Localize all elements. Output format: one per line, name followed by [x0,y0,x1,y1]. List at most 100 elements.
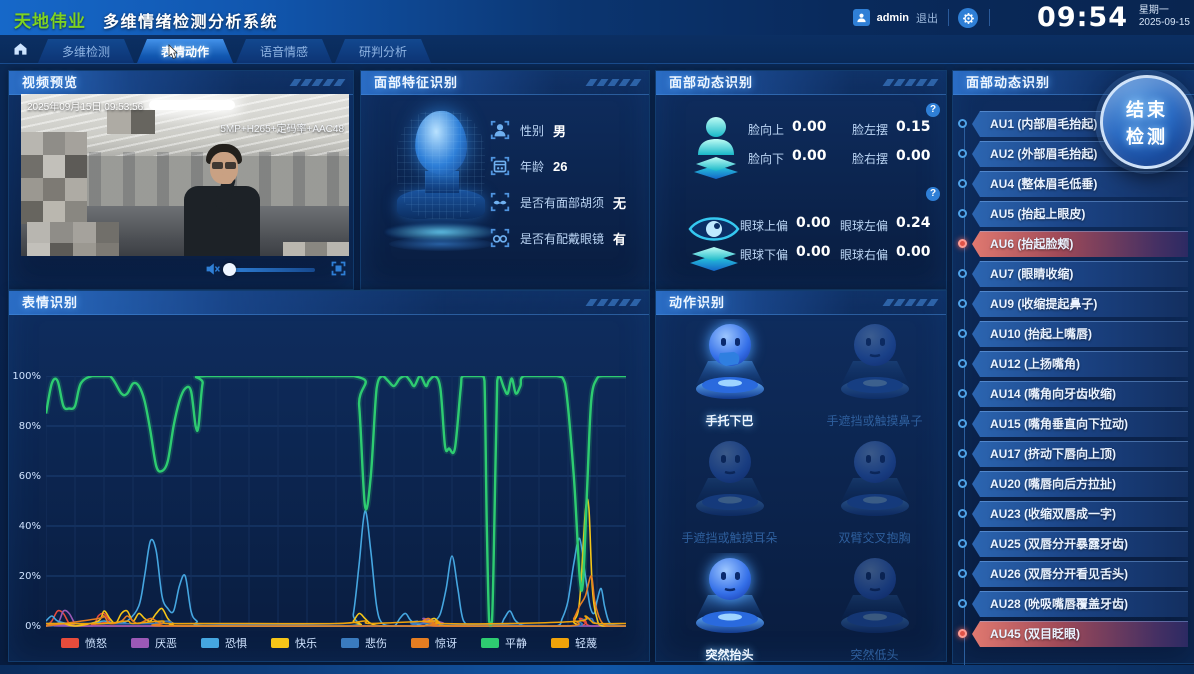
tab-1[interactable]: 多维检测 [38,39,134,63]
action-label: 手遮挡或触摸鼻子 [807,412,942,429]
header-chevrons-decoration [885,79,936,86]
au-label: AU23 (收缩双唇成一字) [972,507,1116,521]
legend-item[interactable]: 愤怒 [61,635,107,651]
app-root: 天地伟业 多维情绪检测分析系统 admin 退出 09:54 星期一 2025-… [0,0,1194,674]
person-hand [221,174,233,184]
feature-row: 是否有面部胡须 无 [489,191,641,213]
user-box: admin 退出 [853,0,938,35]
legend-swatch [201,638,219,648]
tab-2[interactable]: 表情动作 [137,39,233,63]
legend-item[interactable]: 惊讶 [411,635,457,651]
video-player[interactable]: 2025年09月15日 09:53:56 5MP+H265+定码率+AAC48 [21,94,349,256]
tab-4[interactable]: 研判分析 [335,39,431,63]
au-item[interactable]: AU7 (眼睛收缩) [972,261,1188,287]
metric-value: 0.00 [792,148,827,164]
action-item[interactable]: 双臂交叉抱胸 [807,436,942,552]
video-light-fixture [149,100,235,110]
feature-rows: 性别 男 年龄 26 是否有面部胡须 无 是否有配戴眼镜 有 [489,119,641,263]
au-item[interactable]: AU26 (双唇分开看见舌头) [972,561,1188,587]
au-item[interactable]: AU20 (嘴唇向后方拉扯) [972,471,1188,497]
au-item[interactable]: AU25 (双唇分开暴露牙齿) [972,531,1188,557]
metric-label: 脸向下 [748,150,784,167]
legend-label: 悲伤 [365,635,387,651]
fullscreen-icon[interactable] [331,261,346,276]
face-dynamics-panel: 面部动态识别 脸向上 0.00脸左摆 0.15脸向下 0.00脸右摆 [655,70,947,290]
feature-value: 男 [553,121,566,140]
action-label: 突然抬头 [662,646,797,663]
legend-item[interactable]: 平静 [481,635,527,651]
volume-slider-track[interactable] [227,268,315,272]
legend-item[interactable]: 悲伤 [341,635,387,651]
help-icon[interactable]: ? [926,187,940,201]
au-item[interactable]: AU9 (收缩提起鼻子) [972,291,1188,317]
feature-value: 无 [613,193,626,212]
action-item[interactable]: 手托下巴 [662,319,797,435]
home-icon[interactable] [8,39,32,59]
divider [989,9,990,26]
beard-icon [489,191,511,213]
au-label: AU7 (眼睛收缩) [972,267,1073,281]
help-icon[interactable]: ? [926,103,940,117]
date-box: 星期一 2025-09-15 [1139,5,1190,29]
legend-item[interactable]: 厌恶 [131,635,177,651]
au-label: AU45 (双目眨眼) [972,627,1080,641]
expression-chart [46,376,626,635]
metric-value: 0.15 [896,119,931,135]
action-item[interactable]: 手遮挡或触摸耳朵 [662,436,797,552]
metric-value: 0.00 [792,119,827,135]
eye-gaze-icon [686,207,742,276]
legend-label: 恐惧 [225,635,247,651]
au-item[interactable]: AU6 (抬起脸颊) [972,231,1188,257]
legend-swatch [551,638,569,648]
au-label: AU15 (嘴角垂直向下拉动) [972,417,1128,431]
au-item[interactable]: AU28 (吮吸嘴唇覆盖牙齿) [972,591,1188,617]
glasses-icon [489,227,511,249]
action-item[interactable]: 突然低头 [807,553,942,669]
feature-label: 年龄 [520,158,544,175]
action-recognition-panel: 动作识别 手托下巴 手遮挡或触摸鼻子 手遮挡或触摸耳朵 [655,290,947,662]
video-preview-panel: 视频预览 2025年09月15日 09:53:56 5MP+H265+定码率+A… [8,70,354,290]
volume-slider-knob[interactable] [223,263,236,276]
au-item[interactable]: AU5 (抬起上眼皮) [972,201,1188,227]
au-indicator-dot [958,329,967,338]
au-item[interactable]: AU23 (收缩双唇成一字) [972,501,1188,527]
hologram-icon [827,436,923,522]
legend-swatch [271,638,289,648]
au-indicator-dot [958,389,967,398]
gear-icon[interactable] [958,8,978,28]
au-label: AU9 (收缩提起鼻子) [972,297,1097,311]
au-label: AU2 (外部眉毛抬起) [972,147,1097,161]
au-label: AU25 (双唇分开暴露牙齿) [972,537,1128,551]
action-label: 手托下巴 [662,412,797,429]
y-tick: 20% [11,571,41,582]
legend-item[interactable]: 恐惧 [201,635,247,651]
legend-label: 愤怒 [85,635,107,651]
end-detection-line1: 结束 [1126,96,1168,122]
action-label: 双臂交叉抱胸 [807,529,942,546]
au-item[interactable]: AU15 (嘴角垂直向下拉动) [972,411,1188,437]
username-label: admin [877,12,909,24]
logout-button[interactable]: 退出 [916,10,938,26]
au-item[interactable]: AU45 (双目眨眼) [972,621,1188,647]
au-label: AU20 (嘴唇向后方拉扯) [972,477,1116,491]
muted-speaker-icon[interactable] [205,262,221,276]
action-item[interactable]: 手遮挡或触摸鼻子 [807,319,942,435]
metric-label: 眼球左偏 [840,217,888,234]
end-detection-button[interactable]: 结束 检测 [1100,75,1194,169]
au-item[interactable]: AU4 (整体眉毛低垂) [972,171,1188,197]
metric-value: 0.00 [796,215,831,231]
metric-value: 0.00 [896,148,931,164]
legend-item[interactable]: 快乐 [271,635,317,651]
tab-3[interactable]: 语音情感 [236,39,332,63]
au-item[interactable]: AU14 (嘴角向牙齿收缩) [972,381,1188,407]
au-item[interactable]: AU12 (上扬嘴角) [972,351,1188,377]
legend-item[interactable]: 轻蔑 [551,635,597,651]
y-tick: 40% [11,521,41,532]
feature-label: 性别 [520,122,544,139]
au-item[interactable]: AU10 (抬起上嘴唇) [972,321,1188,347]
action-item[interactable]: 突然抬头 [662,553,797,669]
au-label: AU1 (内部眉毛抬起) [972,117,1097,131]
au-indicator-dot [958,179,967,188]
legend-label: 轻蔑 [575,635,597,651]
au-item[interactable]: AU17 (挤动下唇向上顶) [972,441,1188,467]
